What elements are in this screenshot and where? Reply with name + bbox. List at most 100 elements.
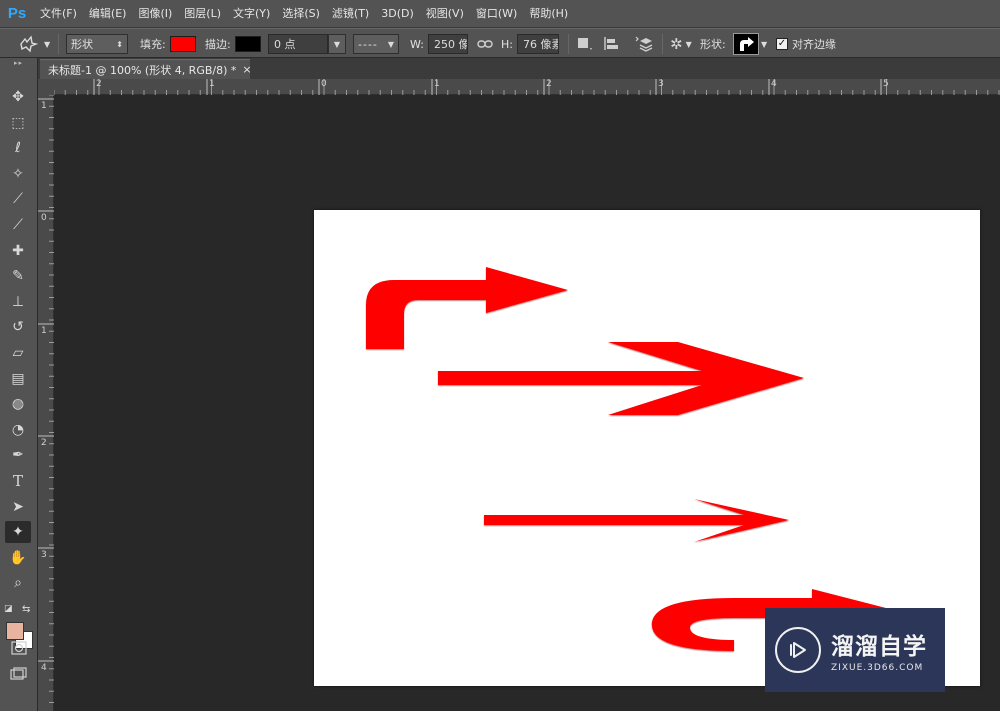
path-operations-button[interactable] xyxy=(576,33,594,55)
chevron-down-icon: ▼ xyxy=(333,39,341,49)
tool-button-1[interactable]: ⬚ xyxy=(5,112,31,134)
align-edges-label: 对齐边缘 xyxy=(792,38,836,51)
tool-button-18[interactable]: ✋ xyxy=(5,547,31,569)
ruler-label: 4 xyxy=(771,79,777,89)
eraser-tool-icon: ▱ xyxy=(12,345,24,361)
divider xyxy=(568,34,569,54)
large-chevron-arrow-shape[interactable] xyxy=(438,342,804,415)
shape-picker[interactable]: ▼ xyxy=(733,33,767,55)
tool-button-16[interactable]: ➤ xyxy=(5,496,31,518)
panel-collapse-grip[interactable]: ▸▸ xyxy=(0,58,37,68)
tool-button-2[interactable]: ℓ xyxy=(5,137,31,159)
tool-mode-select[interactable]: 形状 ⬍ xyxy=(66,34,128,54)
menu-item-9[interactable]: 窗口(W) xyxy=(470,0,523,28)
watermark-title: 溜溜自学 xyxy=(831,634,927,660)
shape-label: 形状: xyxy=(700,38,726,51)
screen-mode-icon xyxy=(10,667,27,680)
tool-button-17[interactable]: ✦ xyxy=(5,521,31,544)
screen-mode-button[interactable] xyxy=(6,664,32,684)
horizontal-ruler[interactable]: 2 1 0 1 2 3 4 5 xyxy=(54,79,1000,95)
link-dimensions-button[interactable] xyxy=(477,33,493,55)
tool-button-7[interactable]: ✎ xyxy=(5,265,31,287)
width-input[interactable]: 250 像 xyxy=(427,34,468,54)
ruler-label: 4 xyxy=(41,663,47,673)
play-icon xyxy=(790,642,806,658)
quick-mask-button[interactable] xyxy=(6,638,32,658)
tool-button-13[interactable]: ◔ xyxy=(5,419,31,441)
tool-button-5[interactable]: ⟋ xyxy=(5,214,31,236)
swap-colors-icon[interactable]: ⇆ xyxy=(22,604,30,615)
tool-button-4[interactable]: ⟋ xyxy=(5,188,31,210)
tool-button-11[interactable]: ▤ xyxy=(5,368,31,390)
menu-item-10[interactable]: 帮助(H) xyxy=(523,0,574,28)
fill-color-swatch[interactable] xyxy=(169,36,196,52)
menu-item-2[interactable]: 图像(I) xyxy=(132,0,178,28)
stroke-width-dropdown[interactable]: ▼ xyxy=(328,34,346,54)
type-tool-icon: T xyxy=(12,472,23,490)
vertical-ruler-ticks xyxy=(38,95,54,703)
menu-item-8[interactable]: 视图(V) xyxy=(420,0,470,28)
ruler-label: 3 xyxy=(658,79,664,89)
path-selection-tool-icon: ➤ xyxy=(12,498,24,515)
ruler-label: 0 xyxy=(321,79,327,89)
document-tab[interactable]: 未标题-1 @ 100% (形状 4, RGB/8) * × xyxy=(40,59,252,79)
chevron-down-icon: ▼ xyxy=(387,39,394,49)
divider xyxy=(662,34,663,54)
hand-tool-icon: ✋ xyxy=(9,549,27,566)
stroke-color-swatch[interactable] xyxy=(234,36,261,52)
tool-button-0[interactable]: ✥ xyxy=(5,86,31,108)
color-reset-controls: ◪ ⇆ xyxy=(4,604,34,618)
default-colors-icon[interactable]: ◪ xyxy=(4,604,13,614)
geometry-options-button[interactable]: ✲ ▼ xyxy=(670,33,692,55)
stroke-style-select[interactable]: ---- ▼ xyxy=(353,34,399,54)
custom-shape-tool-icon xyxy=(20,35,39,53)
divider xyxy=(58,34,59,54)
close-icon[interactable]: × xyxy=(242,63,251,76)
tools-panel: ▸▸ ✥ ⬚ ℓ ✧ ⟋ ⟋ ✚ ✎ ⊥ ↺ ▱ ▤ ◍ ◔ ✒ T ➤ ✦ ✋ ⌕ ◪ ⇆ xyxy=(0,58,38,711)
tool-button-14[interactable]: ✒ xyxy=(5,444,31,466)
stroke-width-input[interactable]: 0 点 xyxy=(268,34,328,54)
clone-stamp-tool-icon: ⊥ xyxy=(11,293,25,310)
tool-button-3[interactable]: ✧ xyxy=(5,163,31,185)
tool-button-12[interactable]: ◍ xyxy=(5,393,31,415)
eyedropper-tool-icon: ⟋ xyxy=(13,191,23,208)
path-arrangement-icon xyxy=(635,36,653,52)
stroke-style-value: ---- xyxy=(358,37,378,51)
menu-item-3[interactable]: 图层(L) xyxy=(178,0,227,28)
tool-button-10[interactable]: ▱ xyxy=(5,342,31,364)
ruler-origin[interactable] xyxy=(38,79,54,95)
menu-item-0[interactable]: 文件(F) xyxy=(34,0,83,28)
ruler-label: 2 xyxy=(41,438,47,448)
history-brush-tool-icon: ↺ xyxy=(12,319,24,336)
ruler-label: 2 xyxy=(96,79,102,89)
shape-preview xyxy=(733,33,759,55)
ruler-label: 1 xyxy=(209,79,215,89)
watermark-url: ZIXUE.3D66.COM xyxy=(831,663,924,673)
tool-button-15[interactable]: T xyxy=(5,470,31,492)
path-alignment-button[interactable] xyxy=(603,33,623,55)
menu-item-4[interactable]: 文字(Y) xyxy=(227,0,276,28)
vertical-ruler[interactable]: 1 0 1 2 3 4 xyxy=(38,95,54,711)
menu-item-1[interactable]: 编辑(E) xyxy=(83,0,133,28)
tool-button-6[interactable]: ✚ xyxy=(5,240,31,262)
menu-item-5[interactable]: 选择(S) xyxy=(276,0,326,28)
thin-arrow-shape[interactable] xyxy=(484,499,789,542)
ruler-label: 5 xyxy=(883,79,889,89)
move-tool-icon: ✥ xyxy=(12,89,24,105)
chevron-down-icon: ▼ xyxy=(761,39,768,49)
tool-button-9[interactable]: ↺ xyxy=(5,316,31,338)
align-edges-checkbox[interactable]: ✓ xyxy=(776,38,788,50)
menu-item-6[interactable]: 滤镜(T) xyxy=(326,0,375,28)
tool-button-19[interactable]: ⌕ xyxy=(5,572,31,594)
menu-item-7[interactable]: 3D(D) xyxy=(375,0,420,28)
options-bar: ▼ 形状 ⬍ 填充: 描边: 0 点 ▼ ---- ▼ W: 250 像 H: … xyxy=(0,28,1000,58)
tool-preset-picker[interactable]: ▼ xyxy=(18,33,50,55)
path-arrangement-button[interactable] xyxy=(632,33,654,55)
play-logo-icon xyxy=(775,627,821,673)
tool-button-8[interactable]: ⊥ xyxy=(5,291,31,313)
bent-arrow-shape[interactable] xyxy=(366,267,568,349)
horizontal-ruler-ticks xyxy=(54,79,1000,95)
document-tab-bar: 未标题-1 @ 100% (形状 4, RGB/8) * × xyxy=(38,58,1000,79)
menu-bar: Ps 文件(F) 编辑(E) 图像(I) 图层(L) 文字(Y) 选择(S) 滤镜(T) 3D… xyxy=(0,0,1000,28)
height-input[interactable]: 76 像素 xyxy=(516,34,559,54)
